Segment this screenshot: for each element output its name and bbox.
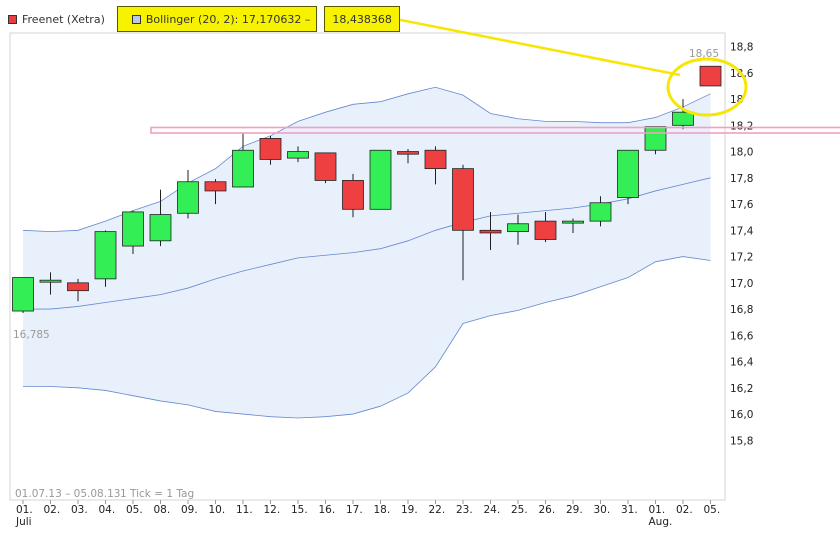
candle: [699, 65, 722, 87]
y-tick-label: 17,6: [730, 199, 754, 211]
candle-body: [287, 151, 309, 159]
x-tick-label: 29.: [566, 504, 583, 516]
y-tick-label: 15,8: [730, 435, 753, 447]
candle-body: [12, 277, 34, 312]
chart-area: 18,818,61818,218,017,817,617,417,217,016…: [9, 8, 840, 528]
x-tick-label: 11.: [236, 504, 253, 516]
x-tick-label: 05.: [126, 504, 143, 516]
candle-body: [369, 149, 392, 210]
candle-body: [149, 214, 172, 242]
candle: [232, 133, 254, 188]
x-tick-label: 19.: [401, 504, 418, 516]
y-tick-label: 16,0: [730, 409, 753, 421]
candle-body: [259, 138, 282, 160]
x-tick-label: 30.: [594, 504, 611, 516]
x-tick-label: 17.: [346, 504, 363, 516]
min-value-label: 16,785: [13, 329, 50, 341]
candle-body: [314, 152, 337, 181]
candle-body: [452, 168, 474, 231]
x-tick-label: 10.: [209, 504, 226, 516]
candle: [644, 126, 667, 155]
y-tick-label: 18,8: [730, 42, 753, 54]
y-tick-label: 16,6: [730, 330, 754, 342]
candle-body: [424, 149, 447, 170]
candle-body: [39, 279, 62, 283]
legend-freenet-label: Freenet (Xetra): [22, 12, 105, 26]
y-tick-label: 17,0: [730, 278, 753, 290]
freenet-swatch-icon: [8, 14, 17, 24]
x-tick-label: 01.: [16, 504, 33, 516]
y-tick-label: 17,4: [730, 225, 754, 237]
bollinger-swatch-icon: [131, 14, 141, 24]
y-tick-label: 18,2: [730, 120, 753, 132]
x-tick-label: 03.: [71, 504, 88, 516]
y-tick-label: 16,2: [730, 383, 753, 395]
x-tick-label: 23.: [456, 504, 473, 516]
x-tick-label: 04.: [99, 504, 116, 516]
x-tick-label: 12.: [264, 504, 281, 516]
legend-item-freenet[interactable]: Freenet (Xetra): [8, 13, 105, 26]
bollinger-upper-value: 18,438368: [324, 6, 400, 32]
x-tick-label: 01.: [649, 504, 666, 516]
candle-body: [699, 65, 722, 87]
candle-body: [617, 149, 639, 198]
candle: [617, 149, 639, 205]
x-tick-label: 08.: [154, 504, 171, 516]
candle: [369, 149, 392, 210]
candle-body: [562, 220, 584, 224]
x-tick-label: 26.: [539, 504, 556, 516]
candle-body: [204, 181, 227, 192]
x-tick-label: 05.: [704, 504, 721, 516]
bollinger-upper-text: 18,438368: [332, 12, 392, 26]
x-month-label: Juli: [15, 516, 32, 528]
candle-body: [122, 211, 144, 247]
candle-body: [67, 282, 89, 292]
x-month-label: Aug.: [649, 516, 673, 528]
candle-body: [589, 202, 612, 222]
x-tick-label: 16.: [319, 504, 336, 516]
candle-body: [232, 149, 254, 188]
candle: [94, 230, 117, 287]
y-tick-label: 17,2: [730, 252, 753, 264]
y-tick-label: 16,4: [730, 357, 754, 369]
legend-bollinger-label: Bollinger (20, 2): 17,170632 –: [145, 12, 311, 26]
x-tick-label: 18.: [374, 504, 391, 516]
footer-tick-info: 1 Tick = 1 Tag: [120, 488, 194, 500]
x-tick-label: 02.: [44, 504, 61, 516]
candle-body: [177, 181, 199, 214]
x-tick-label: 22.: [429, 504, 446, 516]
y-tick-label: 17,8: [730, 173, 753, 185]
candle-body: [342, 180, 364, 210]
candle-body: [672, 111, 694, 126]
x-tick-label: 25.: [511, 504, 528, 516]
bollinger-legend-box: Bollinger (20, 2): 17,170632 –: [116, 6, 318, 32]
candle: [314, 152, 337, 184]
y-tick-label: 16,8: [730, 304, 753, 316]
bollinger-band-fill: [23, 87, 711, 418]
candle: [177, 169, 199, 219]
candle: [12, 277, 34, 313]
y-tick-label: 18,0: [730, 147, 753, 159]
x-tick-label: 31.: [621, 504, 638, 516]
x-tick-label: 15.: [291, 504, 308, 516]
x-tick-label: 09.: [181, 504, 198, 516]
legend-item-bollinger[interactable]: Bollinger (20, 2): 17,170632 – 18,438368: [116, 6, 400, 32]
x-tick-label: 24.: [484, 504, 501, 516]
candle-body: [94, 231, 117, 280]
candle-body: [507, 223, 529, 233]
candle-body: [534, 220, 557, 240]
footer-range: 01.07.13 – 05.08.13: [15, 488, 120, 500]
candle-body: [644, 126, 667, 151]
x-tick-label: 02.: [676, 504, 693, 516]
candle-body: [397, 151, 419, 155]
legend: Freenet (Xetra) Bollinger (20, 2): 17,17…: [0, 6, 400, 32]
candle-body: [479, 229, 502, 234]
